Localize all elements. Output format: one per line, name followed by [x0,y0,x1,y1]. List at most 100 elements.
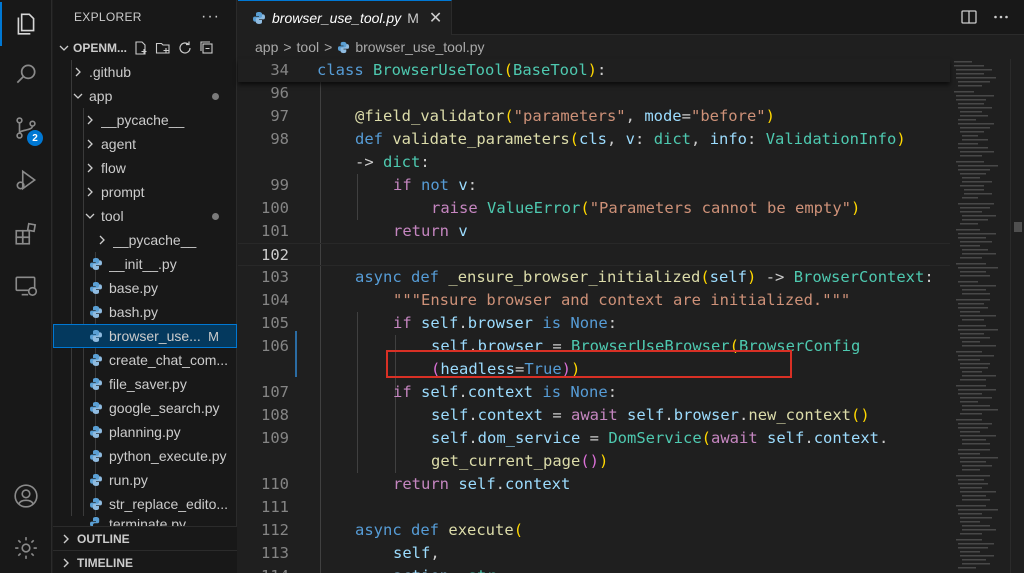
chevron-down-icon [57,43,71,53]
tab-modified-mark: M [407,10,419,26]
line-number: 97 [270,107,289,125]
tree-item-base[interactable]: base.py [53,276,237,300]
tree-item-planning[interactable]: planning.py [53,420,237,444]
workspace-root[interactable]: OPENM... [53,36,237,60]
outline-section[interactable]: OUTLINE [53,526,237,550]
tree-item-tool[interactable]: tool [53,204,237,228]
collapse-all-icon[interactable] [199,40,215,56]
chevron-right-icon [63,534,69,543]
tree-item-pycache[interactable]: __pycache__ [53,108,237,132]
python-file-icon [89,353,103,367]
code-line: self.dom_service = DomService(await self… [431,429,889,447]
close-icon[interactable]: ✕ [429,8,442,28]
code-line: def validate_parameters(cls, v: dict, in… [355,130,906,148]
modified-dot [212,93,219,100]
tree-item-agent[interactable]: agent [53,132,237,156]
search-icon[interactable] [0,50,52,98]
code-editor[interactable]: 96 97 @field_validator("parameters", mode… [238,59,950,573]
timeline-label: TIMELINE [77,555,133,570]
line-number: 108 [261,406,289,424]
chevron-right-icon [83,187,97,197]
chevron-right-icon [95,235,109,245]
modified-mark: M [208,328,219,344]
tree-item-file-saver[interactable]: file_saver.py [53,372,237,396]
chevron-down-icon [83,211,97,221]
tree-item-init[interactable]: __init__.py [53,252,237,276]
tab-browser-use-tool[interactable]: browser_use_tool.py M ✕ [238,0,452,35]
breadcrumb-tool[interactable]: tool [297,39,320,55]
explorer-icon[interactable] [0,0,52,48]
chevron-down-icon [71,91,85,101]
code-line: if not v: [393,176,478,194]
tree-item-tool-pycache[interactable]: __pycache__ [53,228,237,252]
manage-gear-icon[interactable] [0,524,52,572]
tree-item-label: planning.py [109,424,181,440]
line-number: 110 [261,475,289,493]
chevron-right-icon [83,163,97,173]
new-folder-icon[interactable] [155,40,171,56]
more-actions-icon[interactable] [992,8,1010,26]
minimap[interactable] [950,59,1010,573]
vertical-scrollbar[interactable] [1010,59,1024,573]
code-line: @field_validator("parameters", mode="bef… [355,107,775,125]
tree-item-label: google_search.py [109,400,220,416]
line-number: 98 [270,130,289,148]
remote-explorer-icon[interactable] [0,262,52,310]
tab-label: browser_use_tool.py [272,10,402,26]
chevron-right-icon [83,115,97,125]
sticky-code-line[interactable]: class BrowserUseTool(BaseTool): [317,59,606,82]
tree-item-label: prompt [101,184,145,200]
outline-label: OUTLINE [77,531,130,546]
breadcrumb-app[interactable]: app [255,39,278,55]
more-actions-icon[interactable]: ··· [201,8,220,26]
line-number: 113 [261,544,289,562]
tree-item-label: __init__.py [109,256,177,272]
code-line: action: str [393,565,496,573]
code-line: return v [393,222,468,240]
python-file-icon [89,497,103,511]
tree-item-google-search[interactable]: google_search.py [53,396,237,420]
breadcrumb-file[interactable]: browser_use_tool.py [355,39,484,55]
tree-item-run[interactable]: run.py [53,468,237,492]
chevron-right-icon [83,139,97,149]
split-editor-icon[interactable] [960,8,978,26]
code-line: raise ValueError("Parameters cannot be e… [431,199,861,217]
line-number: 34 [270,61,289,79]
chevron-right-icon [63,558,69,567]
line-number: 103 [261,268,289,286]
tree-item-prompt[interactable]: prompt [53,180,237,204]
tree-item-browser-use-tool[interactable]: browser_use... M [53,324,237,348]
source-control-badge: 2 [27,130,43,146]
python-file-icon [89,425,103,439]
tree-item-label: run.py [109,472,148,488]
tab-bar: browser_use_tool.py M ✕ [238,0,1024,35]
tree-item-app[interactable]: app [53,84,237,108]
tree-item-flow[interactable]: flow [53,156,237,180]
refresh-icon[interactable] [177,40,193,56]
extensions-icon[interactable] [0,210,52,258]
python-file-icon [252,11,266,25]
scrollbar-thumb[interactable] [1014,222,1022,232]
explorer-title: EXPLORER [74,10,142,24]
tree-item-str-replace-editor[interactable]: str_replace_edito... [53,492,237,516]
new-file-icon[interactable] [133,40,149,56]
explorer-header: EXPLORER ··· [53,0,236,34]
line-number: 114 [238,565,289,573]
tree-item-label: python_execute.py [109,448,227,464]
source-control-icon[interactable]: 2 [0,104,52,152]
accounts-icon[interactable] [0,472,52,520]
run-debug-icon[interactable] [0,156,52,204]
python-file-icon [89,401,103,415]
breadcrumb-separator: > [324,39,333,55]
tree-item-create-chat[interactable]: create_chat_com... [53,348,237,372]
tree-item-github[interactable]: .github [53,60,237,84]
tree-item-bash[interactable]: bash.py [53,300,237,324]
tree-item-label: str_replace_edito... [109,496,229,512]
python-file-icon [337,41,350,54]
tree-item-python-execute[interactable]: python_execute.py [53,444,237,468]
line-number: 105 [261,314,289,332]
line-number: 111 [261,498,289,516]
timeline-section[interactable]: TIMELINE [53,550,237,573]
modified-dot [212,213,219,220]
tree-item-label: file_saver.py [109,376,187,392]
